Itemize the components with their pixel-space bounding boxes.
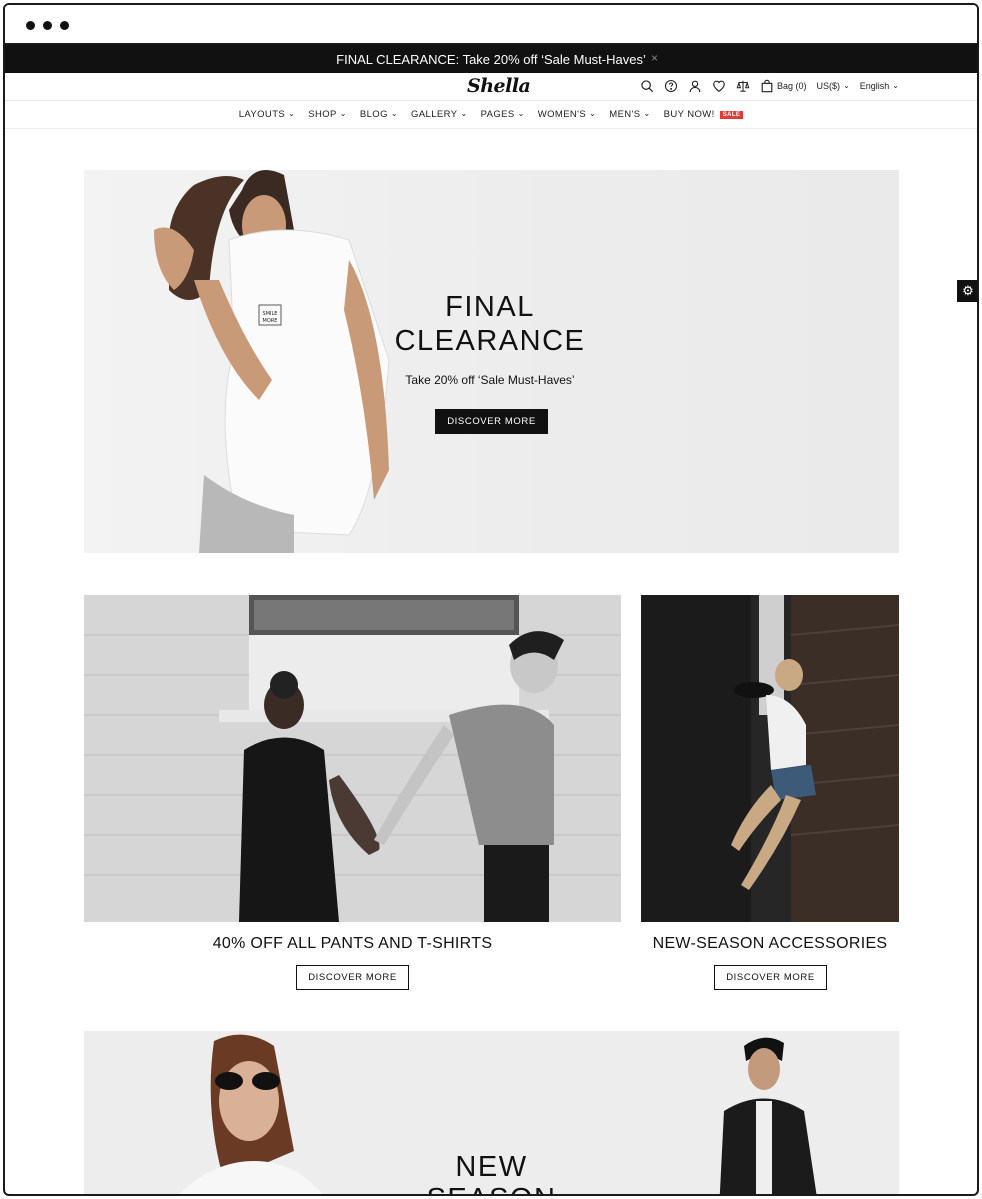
promo-image-accessories[interactable]: [641, 595, 899, 922]
new-season-banner: NEW SEASON: [84, 1031, 899, 1194]
header-tools: Bag (0) US($) ⌄ English ⌄: [640, 79, 899, 93]
user-icon[interactable]: [688, 79, 702, 93]
chevron-down-icon: ⌄: [339, 109, 347, 118]
search-icon[interactable]: [640, 79, 654, 93]
compare-icon[interactable]: [736, 79, 750, 93]
new-season-title-line: NEW: [455, 1151, 528, 1183]
nav-item-label: GALLERY: [411, 109, 458, 120]
language-value: English: [859, 81, 890, 91]
bag-link[interactable]: Bag (0): [760, 79, 807, 93]
svg-text:SMILE: SMILE: [263, 311, 278, 317]
language-select[interactable]: English ⌄: [859, 80, 899, 92]
nav-item-label: MEN'S: [609, 109, 641, 120]
chevron-down-icon: ⌄: [843, 80, 850, 90]
nav-item-pages[interactable]: PAGES ⌄: [481, 109, 525, 120]
chevron-down-icon: ⌄: [390, 109, 398, 118]
bag-label: Bag (0): [777, 81, 807, 91]
chevron-down-icon: ⌄: [517, 109, 525, 118]
browser-frame: FINAL CLEARANCE: Take 20% off ‘Sale Must…: [3, 3, 979, 1196]
site-logo[interactable]: Shella: [467, 75, 531, 97]
nav-item-blog[interactable]: BLOG ⌄: [360, 109, 398, 120]
promo-caption-pants: 40% OFF ALL PANTS AND T-SHIRTS: [212, 935, 493, 952]
hero-model-image: SMILE MORE: [154, 170, 390, 553]
banner-woman-image: [179, 1034, 323, 1194]
main-nav: LAYOUTS ⌄ SHOP ⌄ BLOG ⌄ GALLERY ⌄ PAGES ⌄ WOM…: [5, 101, 977, 129]
hero-banner: SMILE MORE FINAL CLEARANCE Take 20% off …: [84, 170, 899, 553]
hero-subtitle: Take 20% off ‘Sale Must-Haves’: [405, 373, 575, 387]
promo-pants-discover-button[interactable]: DISCOVER MORE: [296, 965, 409, 990]
settings-gear-icon[interactable]: ⚙: [957, 280, 977, 302]
window-dot: [26, 21, 35, 30]
nav-item-mens[interactable]: MEN'S ⌄: [609, 109, 650, 120]
banner-man-image: [719, 1037, 817, 1194]
bag-icon: [760, 79, 774, 93]
nav-item-shop[interactable]: SHOP ⌄: [308, 109, 347, 120]
nav-item-gallery[interactable]: GALLERY ⌄: [411, 109, 468, 120]
nav-item-label: PAGES: [480, 109, 515, 120]
nav-item-label: LAYOUTS: [238, 109, 286, 120]
new-season-title-line: SEASON: [384, 1183, 599, 1194]
hero-title: FINAL CLEARANCE: [379, 290, 601, 358]
nav-item-label: BLOG: [359, 109, 388, 120]
chevron-down-icon: ⌄: [892, 80, 899, 90]
promo-accessories-discover-button[interactable]: DISCOVER MORE: [714, 965, 827, 990]
promo-image-couple[interactable]: [84, 595, 621, 922]
chevron-down-icon: ⌄: [589, 109, 597, 118]
currency-value: US($): [816, 81, 841, 91]
chevron-down-icon: ⌄: [643, 109, 651, 118]
promo-bar: FINAL CLEARANCE: Take 20% off ‘Sale Must…: [5, 45, 977, 73]
nav-item-label: BUY NOW!: [663, 109, 715, 120]
currency-select[interactable]: US($) ⌄: [816, 80, 850, 92]
hero-title-line: CLEARANCE: [394, 325, 586, 357]
promo-text: FINAL CLEARANCE: Take 20% off ‘Sale Must…: [336, 51, 646, 67]
window-dot: [43, 21, 52, 30]
svg-text:MORE: MORE: [263, 318, 278, 324]
hero-title-line: FINAL: [445, 291, 535, 323]
window-dot: [60, 21, 69, 30]
nav-item-label: WOMEN'S: [537, 109, 587, 120]
hero-discover-button[interactable]: DISCOVER MORE: [435, 409, 548, 434]
nav-item-label: SHOP: [308, 109, 337, 120]
sale-badge: SALE: [719, 110, 744, 119]
nav-item-buy-now[interactable]: BUY NOW! SALE: [664, 109, 744, 120]
nav-item-layouts[interactable]: LAYOUTS ⌄: [239, 109, 296, 120]
help-icon[interactable]: [664, 79, 678, 93]
chevron-down-icon: ⌄: [460, 109, 468, 118]
promo-close-button[interactable]: ×: [651, 51, 658, 65]
browser-chrome: [5, 5, 977, 45]
site-header: Shella Bag (0) US($) ⌄ English ⌄: [5, 73, 977, 101]
heart-icon[interactable]: [712, 79, 726, 93]
chevron-down-icon: ⌄: [288, 109, 296, 118]
new-season-title: NEW SEASON: [384, 1151, 599, 1194]
promo-caption-accessories: NEW-SEASON ACCESSORIES: [652, 935, 888, 952]
nav-item-womens[interactable]: WOMEN'S ⌄: [538, 109, 597, 120]
